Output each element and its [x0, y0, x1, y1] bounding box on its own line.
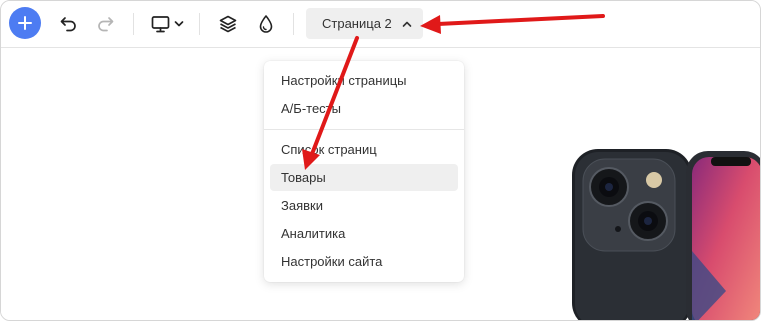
- toolbar-divider: [199, 13, 200, 35]
- menu-item-page-list[interactable]: Список страниц: [270, 136, 458, 163]
- undo-icon: [60, 17, 76, 32]
- layers-button[interactable]: [216, 12, 240, 36]
- menu-item-ab-tests[interactable]: А/Б-тесты: [270, 95, 458, 122]
- phone-image: [572, 149, 760, 320]
- undo-button[interactable]: [57, 13, 81, 35]
- plus-icon: [18, 16, 32, 30]
- menu-item-label: Настройки страницы: [281, 73, 407, 88]
- drop-icon: [259, 15, 273, 33]
- device-select-button[interactable]: [148, 13, 186, 35]
- redo-button[interactable]: [93, 13, 117, 35]
- menu-divider: [264, 129, 464, 130]
- layers-icon: [219, 15, 237, 33]
- add-block-button[interactable]: [9, 7, 41, 39]
- toolbar-divider: [293, 13, 294, 35]
- menu-item-label: Аналитика: [281, 226, 346, 241]
- page-selector-label: Страница 2: [322, 16, 392, 31]
- theme-button[interactable]: [254, 12, 278, 36]
- page-dropdown-menu: Настройки страницы А/Б-тесты Список стра…: [264, 61, 464, 282]
- menu-item-label: Список страниц: [281, 142, 377, 157]
- page-selector-button[interactable]: Страница 2: [306, 8, 423, 39]
- menu-item-products[interactable]: Товары: [270, 164, 458, 191]
- chevron-down-icon: [174, 21, 183, 27]
- redo-icon: [98, 17, 114, 32]
- menu-item-site-settings[interactable]: Настройки сайта: [270, 248, 458, 275]
- menu-item-label: Товары: [281, 170, 326, 185]
- top-toolbar: Страница 2: [1, 1, 760, 48]
- chevron-up-icon: [402, 20, 412, 28]
- menu-item-label: Настройки сайта: [281, 254, 383, 269]
- monitor-icon: [151, 16, 169, 33]
- menu-item-analytics[interactable]: Аналитика: [270, 220, 458, 247]
- toolbar-divider: [133, 13, 134, 35]
- menu-item-label: А/Б-тесты: [281, 101, 341, 116]
- menu-item-requests[interactable]: Заявки: [270, 192, 458, 219]
- editor-window: Страница 2 Настройки страницы А/Б-тесты …: [0, 0, 761, 321]
- menu-item-label: Заявки: [281, 198, 323, 213]
- menu-item-page-settings[interactable]: Настройки страницы: [270, 67, 458, 94]
